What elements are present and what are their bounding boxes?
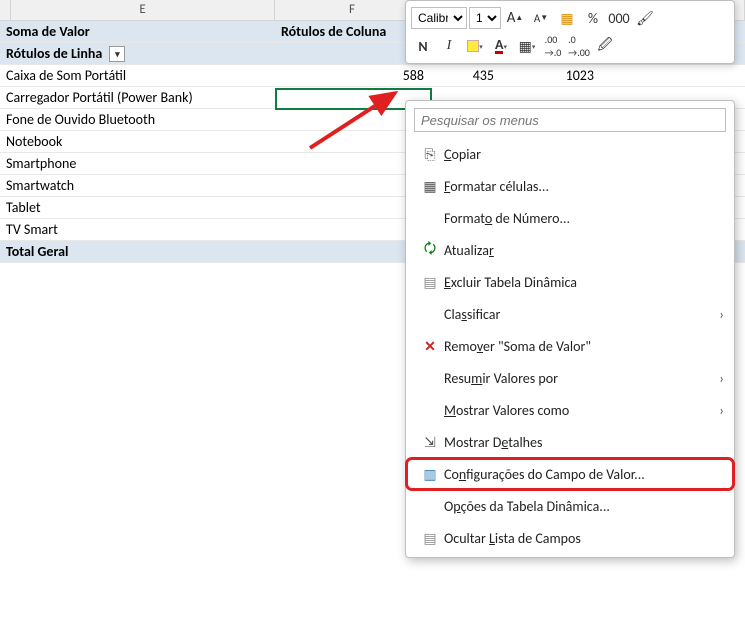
font-family-select[interactable]: Calibri (411, 7, 467, 29)
submenu-arrow-icon: › (719, 306, 724, 323)
menu-label: Atualizar (444, 242, 724, 259)
fill-color-button[interactable] (463, 34, 487, 58)
menu-search-input[interactable] (414, 108, 726, 132)
decrease-decimal-icon[interactable]: .0→.00 (567, 34, 591, 58)
sum-of-value-label: Soma de Valor (0, 23, 275, 40)
grand-total-label: Total Geral (0, 243, 275, 260)
menu-label: Ocultar Lista de Campos (444, 530, 724, 547)
menu-label: Mostrar Detalhes (444, 434, 724, 451)
borders-button[interactable]: ▦ (515, 34, 539, 58)
menu-label: Formato de Número... (444, 210, 724, 227)
menu-remove-field[interactable]: ✕ Remover "Soma de Valor" (406, 330, 734, 362)
row-label: Notebook (0, 133, 275, 150)
menu-label: Formatar células... (444, 178, 724, 195)
remove-icon: ✕ (416, 338, 444, 355)
menu-label: Remover "Soma de Valor" (444, 338, 724, 355)
submenu-arrow-icon: › (719, 370, 724, 387)
row-labels-dropdown[interactable] (109, 46, 125, 62)
table-delete-icon: ▤ (416, 274, 444, 291)
row-label: Smartwatch (0, 177, 275, 194)
menu-label: Configurações do Campo de Valor... (444, 466, 724, 483)
format-painter-icon[interactable]: 🖌 (633, 6, 657, 30)
table-row[interactable]: Caixa de Som Portátil 588 435 1023 (0, 65, 745, 87)
menu-label: Mostrar Valores como (444, 402, 719, 419)
row-label: Caixa de Som Portátil (0, 67, 275, 84)
col-header-e[interactable]: E (10, 0, 275, 20)
row-label: Smartphone (0, 155, 275, 172)
cell-value[interactable]: 588 (275, 67, 430, 84)
menu-delete-pivot[interactable]: ▤ Excluir Tabela Dinâmica (406, 266, 734, 298)
menu-label: Copiar (444, 146, 724, 163)
row-label: Tablet (0, 199, 275, 216)
increase-decimal-icon[interactable]: .00→.0 (541, 34, 565, 58)
submenu-arrow-icon: › (719, 402, 724, 419)
cell-value[interactable]: 435 (430, 67, 500, 84)
format-cells-icon: ▦ (416, 178, 444, 195)
italic-button[interactable]: I (437, 34, 461, 58)
comma-style-icon[interactable]: 000 (607, 6, 631, 30)
decrease-font-icon[interactable]: A▼ (529, 6, 553, 30)
menu-number-format[interactable]: Formato de Número... (406, 202, 734, 234)
menu-sort[interactable]: Classificar › (406, 298, 734, 330)
row-label: Fone de Ouvido Bluetooth (0, 111, 275, 128)
copy-icon: ⎘ (416, 146, 444, 163)
menu-pivot-options[interactable]: Opções da Tabela Dinâmica... (406, 490, 734, 522)
menu-label: Resumir Valores por (444, 370, 719, 387)
mini-toolbar: Calibri 11 A▲ A▼ ▦ % 000 🖌 N I A ▦ .00→.… (405, 0, 735, 64)
menu-value-field-settings[interactable]: ▥ Configurações do Campo de Valor... (406, 458, 734, 490)
menu-label: Classificar (444, 306, 719, 323)
row-label: Carregador Portátil (Power Bank) (0, 89, 275, 106)
percent-icon[interactable]: % (581, 6, 605, 30)
expand-icon: ⇲ (416, 434, 444, 451)
row-label: TV Smart (0, 221, 275, 238)
field-list-icon: ▤ (416, 530, 444, 547)
menu-refresh[interactable]: 🗘 Atualizar (406, 234, 734, 266)
bold-button[interactable]: N (411, 34, 435, 58)
font-size-select[interactable]: 11 (469, 7, 501, 29)
increase-font-icon[interactable]: A▲ (503, 6, 527, 30)
refresh-icon: 🗘 (416, 238, 444, 262)
cell-styles-icon[interactable]: ▦ (555, 6, 579, 30)
row-labels-label: Rótulos de Linha (0, 45, 275, 63)
font-color-button[interactable]: A (489, 34, 513, 58)
menu-hide-field-list[interactable]: ▤ Ocultar Lista de Campos (406, 522, 734, 554)
menu-search (414, 108, 726, 132)
field-settings-icon: ▥ (416, 466, 444, 483)
context-menu: ⎘ Copiar ▦ Formatar células... Formato d… (405, 100, 735, 558)
menu-show-values-as[interactable]: Mostrar Valores como › (406, 394, 734, 426)
menu-label: Excluir Tabela Dinâmica (444, 274, 724, 291)
menu-label: Opções da Tabela Dinâmica... (444, 498, 724, 515)
menu-format-cells[interactable]: ▦ Formatar células... (406, 170, 734, 202)
menu-show-details[interactable]: ⇲ Mostrar Detalhes (406, 426, 734, 458)
menu-copy[interactable]: ⎘ Copiar (406, 138, 734, 170)
format-cells-icon[interactable]: 🖉 (593, 34, 617, 58)
cell-value[interactable]: 1023 (500, 67, 600, 84)
menu-summarize-by[interactable]: Resumir Valores por › (406, 362, 734, 394)
